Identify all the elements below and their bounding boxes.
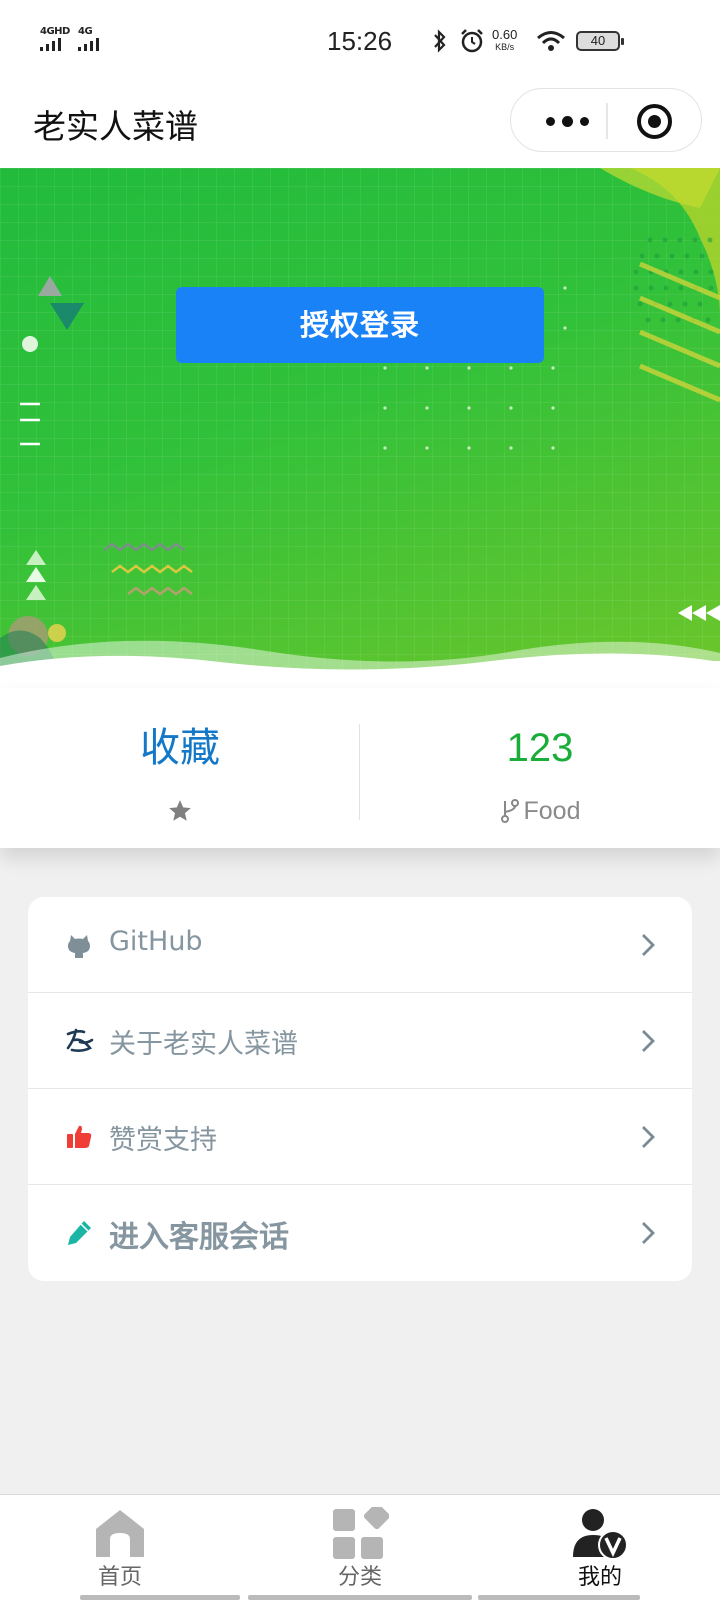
menu-item-label: 关于老实人菜谱 [109,1029,298,1060]
signal-bars-icon [78,38,99,51]
banner-wave [0,640,720,688]
clock: 15:26 [327,26,393,56]
menu-item-about[interactable]: 关于老实人菜谱 [28,993,692,1089]
category-icon [333,1507,389,1559]
battery-indicator: 40 [576,31,624,51]
food-count: 123 [506,726,574,770]
capsule-divider [606,103,608,139]
menu-item-donate[interactable]: 赞赏支持 [28,1089,692,1185]
gesture-bar [80,1595,240,1600]
thumbs-up-icon [67,1125,92,1148]
pencil-icon [68,1221,91,1245]
star-icon [169,800,191,821]
home-icon [96,1510,144,1557]
menu-item-label: GitHub [109,926,203,957]
tab-label: 我的 [577,1565,622,1590]
fork-icon [500,799,519,823]
tab-mine[interactable]: 我的 [480,1495,720,1600]
chevron-right-icon [642,934,655,956]
menu-item-github[interactable]: GitHub [28,897,692,993]
authorize-login-button[interactable]: 授权登录 [176,287,544,363]
tab-home[interactable]: 首页 [0,1495,240,1600]
chevron-right-icon [642,1030,655,1052]
gesture-bar [478,1595,640,1600]
wifi-icon [537,31,565,51]
about-logo-icon [66,1028,94,1052]
mini-program-capsule [510,88,702,152]
menu-item-label: 进入客服会话 [109,1220,289,1255]
stats-panel: 收藏 123 Food [0,688,720,848]
settings-menu: GitHub 关于老实人菜谱 赞赏支持 进入客服会话 [28,897,692,1281]
profile-banner: 授权登录 [0,168,720,688]
favorites-stat[interactable]: 收藏 [0,688,360,848]
tab-category[interactable]: 分类 [240,1495,480,1600]
github-icon [68,935,90,958]
food-label: Food [523,797,581,825]
bluetooth-icon [434,29,446,53]
tab-bar: 首页 分类 我的 [0,1494,720,1600]
network-speed: 0.60 KB/s [492,27,518,52]
signal-label-1: 4GHD [40,26,70,37]
food-stat[interactable]: 123 Food [360,688,720,848]
signal-label-2: 4G [78,26,93,37]
menu-item-customer-service[interactable]: 进入客服会话 [28,1185,692,1281]
nav-bar: 老实人菜谱 [0,80,720,168]
tab-label: 首页 [97,1565,142,1590]
favorites-label: 收藏 [140,725,220,771]
page-title: 老实人菜谱 [33,107,198,146]
target-icon[interactable] [637,104,672,139]
alarm-icon [461,29,483,53]
tab-label: 分类 [337,1565,382,1590]
menu-item-label: 赞赏支持 [109,1125,217,1156]
more-dots-icon[interactable] [537,109,597,133]
user-icon [573,1509,628,1560]
chevron-right-icon [642,1126,655,1148]
banner-decoration [0,168,720,688]
status-bar: 4GHD 4G 15:26 0.60 KB/s 40 [0,0,720,80]
chevron-right-icon [642,1222,655,1244]
signal-bars-icon [40,38,61,51]
gesture-bar [248,1595,472,1600]
